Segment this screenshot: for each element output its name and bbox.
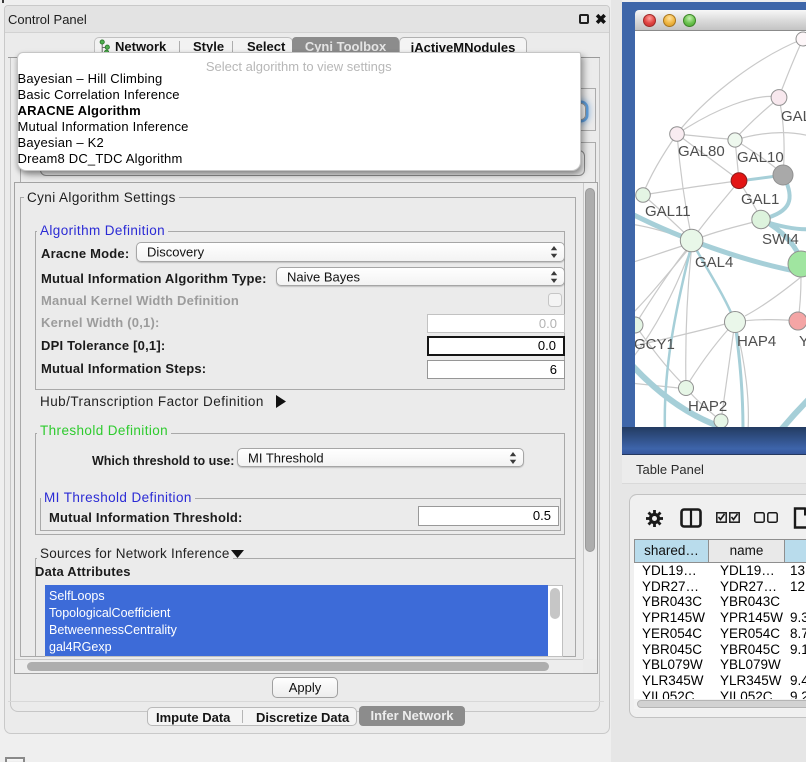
svg-text:GAL: GAL (781, 108, 806, 125)
svg-text:HAP4: HAP4 (737, 333, 776, 350)
svg-text:Y: Y (799, 333, 806, 350)
svg-text:SWI4: SWI4 (762, 231, 799, 248)
svg-text:GAL11: GAL11 (645, 203, 691, 220)
svg-text:GCY1: GCY1 (635, 336, 675, 353)
svg-text:GAL80: GAL80 (678, 143, 725, 160)
svg-text:HAP2: HAP2 (688, 398, 727, 415)
svg-text:GAL10: GAL10 (737, 149, 784, 166)
svg-text:GAL1: GAL1 (741, 191, 779, 208)
svg-text:GAL4: GAL4 (695, 254, 733, 271)
